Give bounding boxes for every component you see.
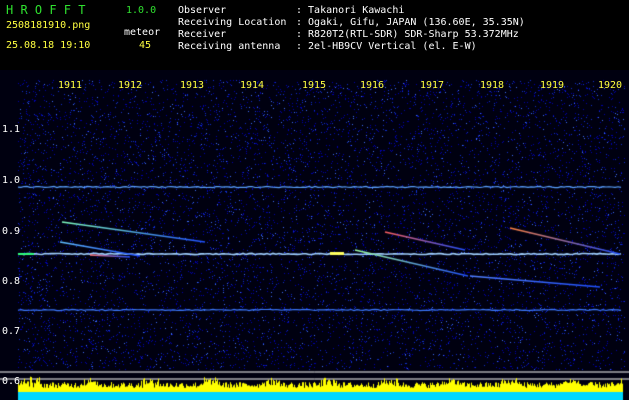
y-tick-0-7: 0.7: [2, 326, 21, 337]
info-location-label: Receiving Location: [178, 17, 287, 28]
x-tick-1915: 1915: [302, 80, 327, 91]
x-tick-1912: 1912: [118, 80, 143, 91]
y-tick-0-9: 0.9: [2, 226, 21, 237]
x-tick-1920: 1920: [598, 80, 623, 91]
y-tick-0-8: 0.8: [2, 276, 21, 287]
file-name: 2508181910.png: [6, 20, 91, 31]
info-antenna-value: : 2el-HB9CV Vertical (el. E-W): [296, 41, 477, 52]
y-tick-1-0: 1.0: [2, 175, 21, 186]
info-receiver-label: Receiver: [178, 29, 227, 40]
app-title: H R O F F T: [6, 3, 86, 17]
x-tick-1918: 1918: [480, 80, 505, 91]
date-time: 25.08.18 19:10: [6, 40, 91, 51]
x-tick-1917: 1917: [420, 80, 445, 91]
x-tick-1916: 1916: [360, 80, 385, 91]
y-tick-0-6: 0.6: [2, 376, 21, 387]
info-observer-label: Observer: [178, 5, 227, 16]
y-tick-1-1: 1.1: [2, 124, 21, 135]
info-observer-value: : Takanori Kawachi: [296, 5, 405, 16]
x-tick-1914: 1914: [240, 80, 265, 91]
meteor-count: 45: [139, 40, 152, 51]
meteor-label: meteor: [124, 27, 161, 38]
x-tick-1911: 1911: [58, 80, 83, 91]
x-tick-1919: 1919: [540, 80, 565, 91]
app-version: 1.0.0: [126, 5, 157, 16]
info-receiver-value: : R820T2(RTL-SDR) SDR-Sharp 53.372MHz: [296, 29, 519, 40]
spectrogram[interactable]: [0, 70, 629, 400]
hrofft-window: { "app": { "name": "H R O F F T", "versi…: [0, 0, 629, 400]
x-tick-1913: 1913: [180, 80, 205, 91]
info-antenna-label: Receiving antenna: [178, 41, 281, 52]
info-location-value: : Ogaki, Gifu, JAPAN (136.60E, 35.35N): [296, 17, 525, 28]
